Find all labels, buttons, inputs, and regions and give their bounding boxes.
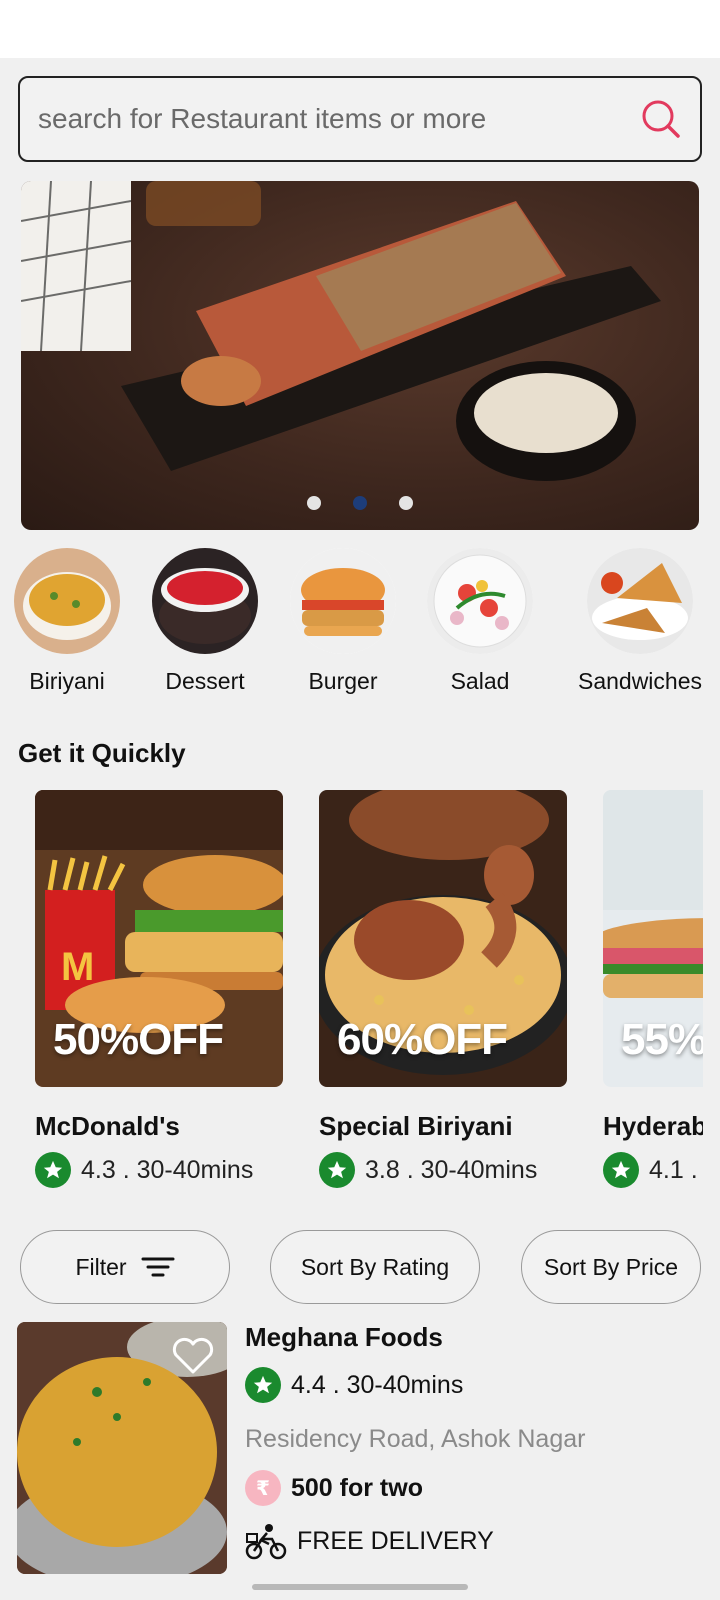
restaurant-photo — [17, 1322, 227, 1574]
sandwiches-thumbnail — [587, 548, 693, 654]
category-sandwiches[interactable]: Sandwiches — [565, 548, 715, 695]
quick-card-image: M 50%OFF — [35, 790, 283, 1087]
restaurant-info: Meghana Foods 4.4 . 30-40mins Residency … — [245, 1322, 585, 1560]
search-input[interactable] — [38, 103, 640, 135]
restaurant-address: Residency Road, Ashok Nagar — [245, 1425, 586, 1453]
dessert-thumbnail — [152, 548, 258, 654]
banner-pagination[interactable] — [21, 496, 699, 510]
search-bar[interactable] — [18, 76, 702, 162]
sort-by-price-button[interactable]: Sort By Price — [521, 1230, 701, 1304]
price-row: ₹ 500 for two — [245, 1470, 585, 1506]
discount-label: 55% — [621, 1015, 703, 1064]
category-label: Biriyani — [29, 668, 105, 694]
discount-label: 50%OFF — [53, 1015, 224, 1064]
star-icon — [35, 1152, 71, 1188]
delivery-text: FREE DELIVERY — [297, 1526, 494, 1555]
rating-text: 4.3 . 30-40mins — [81, 1155, 254, 1184]
restaurant-card[interactable]: Meghana Foods 4.4 . 30-40mins Residency … — [17, 1322, 707, 1574]
price-text: 500 for two — [291, 1473, 423, 1502]
biriyani-thumbnail — [14, 548, 120, 654]
category-biriyani[interactable]: Biriyani — [2, 548, 132, 695]
star-icon — [603, 1152, 639, 1188]
rating-row: 3.8 . 30-40mins — [319, 1152, 567, 1188]
restaurant-name: McDonald's — [35, 1111, 180, 1141]
restaurant-name: Meghana Foods — [245, 1322, 443, 1352]
category-label: Sandwiches — [577, 668, 703, 694]
home-indicator[interactable] — [252, 1584, 468, 1590]
search-icon[interactable] — [640, 98, 682, 140]
heart-icon[interactable] — [171, 1336, 215, 1376]
quick-carousel[interactable]: M 50%OFF McDonald's 4.3 . 30-40mins 60%O… — [0, 790, 703, 1200]
discount-label: 60%OFF — [337, 1015, 508, 1064]
quick-card-mcdonalds[interactable]: M 50%OFF McDonald's 4.3 . 30-40mins — [35, 790, 283, 1188]
sort-rating-label: Sort By Rating — [300, 1253, 450, 1280]
rating-row: 4.1 . — [603, 1152, 703, 1188]
filter-icon — [141, 1257, 175, 1277]
sort-price-label: Sort By Price — [543, 1253, 679, 1280]
quick-card-image: 55% — [603, 790, 703, 1087]
restaurant-name: Hyderab — [603, 1111, 703, 1141]
filter-button[interactable]: Filter — [20, 1230, 230, 1304]
rating-text: 4.4 . 30-40mins — [291, 1370, 464, 1399]
filter-bar: Filter Sort By Rating Sort By Price — [0, 1230, 720, 1306]
filter-label: Filter — [75, 1253, 127, 1280]
wrap-food-image — [21, 181, 661, 481]
category-burger[interactable]: Burger — [278, 548, 408, 695]
category-label: Burger — [308, 668, 378, 694]
quick-card-hyderabad[interactable]: 55% Hyderab 4.1 . — [603, 790, 703, 1188]
category-dessert[interactable]: Dessert — [140, 548, 270, 695]
category-label: Salad — [450, 668, 510, 694]
pagination-dot[interactable] — [307, 496, 321, 510]
delivery-bike-icon — [245, 1524, 287, 1560]
svg-text:M: M — [61, 945, 94, 989]
star-icon — [319, 1152, 355, 1188]
sort-by-rating-button[interactable]: Sort By Rating — [270, 1230, 480, 1304]
rating-text: 3.8 . 30-40mins — [365, 1155, 538, 1184]
category-label: Dessert — [165, 668, 245, 694]
restaurant-name: Special Biriyani — [319, 1111, 513, 1141]
pagination-dot[interactable] — [399, 496, 413, 510]
category-list: Biriyani Dessert Burger Salad Sandwiches — [0, 548, 720, 698]
rating-text: 4.1 . — [649, 1155, 698, 1184]
rupee-icon: ₹ — [245, 1470, 281, 1506]
rating-row: 4.3 . 30-40mins — [35, 1152, 283, 1188]
quick-card-image: 60%OFF — [319, 790, 567, 1087]
promo-banner[interactable] — [21, 181, 699, 530]
quick-card-special-biriyani[interactable]: 60%OFF Special Biriyani 3.8 . 30-40mins — [319, 790, 567, 1188]
delivery-row: FREE DELIVERY — [245, 1522, 585, 1560]
rating-row: 4.4 . 30-40mins — [245, 1367, 585, 1403]
star-icon — [245, 1367, 281, 1403]
status-bar — [0, 0, 720, 58]
salad-thumbnail — [427, 548, 533, 654]
pagination-dot-active[interactable] — [353, 496, 367, 510]
burger-thumbnail — [290, 548, 396, 654]
section-title: Get it Quickly — [18, 738, 186, 768]
category-salad[interactable]: Salad — [415, 548, 545, 695]
